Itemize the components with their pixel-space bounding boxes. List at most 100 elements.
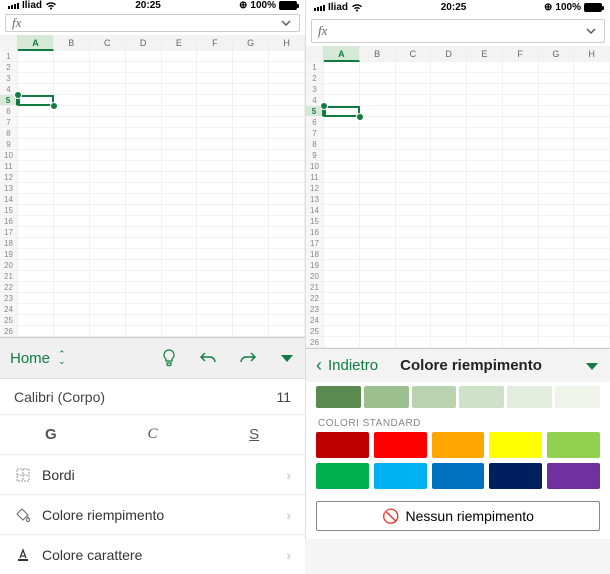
cell[interactable] xyxy=(539,271,575,282)
cell[interactable] xyxy=(233,117,269,128)
cell[interactable] xyxy=(396,315,432,326)
cell[interactable] xyxy=(467,304,503,315)
cell[interactable] xyxy=(503,293,539,304)
cell[interactable] xyxy=(503,337,539,348)
cell[interactable] xyxy=(54,304,90,315)
cell[interactable] xyxy=(90,62,126,73)
row-header[interactable]: 6 xyxy=(0,106,18,117)
cell[interactable] xyxy=(503,271,539,282)
cell[interactable] xyxy=(197,183,233,194)
cell[interactable] xyxy=(269,84,305,95)
cell[interactable] xyxy=(360,183,396,194)
color-swatch[interactable] xyxy=(364,386,409,408)
cell[interactable] xyxy=(574,227,610,238)
cell[interactable] xyxy=(197,95,233,106)
cell[interactable] xyxy=(233,139,269,150)
cell[interactable] xyxy=(396,260,432,271)
collapse-icon[interactable] xyxy=(279,351,295,365)
cell[interactable] xyxy=(18,139,54,150)
cell[interactable] xyxy=(539,139,575,150)
cell[interactable] xyxy=(360,304,396,315)
cell[interactable] xyxy=(539,337,575,348)
cell[interactable] xyxy=(431,150,467,161)
cell[interactable] xyxy=(233,205,269,216)
cell[interactable] xyxy=(90,326,126,337)
cell[interactable] xyxy=(233,293,269,304)
cell[interactable] xyxy=(197,128,233,139)
cell[interactable] xyxy=(324,95,360,106)
row-header[interactable]: 10 xyxy=(0,150,18,161)
cell[interactable] xyxy=(18,260,54,271)
cell[interactable] xyxy=(269,282,305,293)
col-F[interactable]: F xyxy=(503,46,539,62)
cell[interactable] xyxy=(360,293,396,304)
cell[interactable] xyxy=(360,337,396,348)
cell[interactable] xyxy=(18,205,54,216)
cell[interactable] xyxy=(539,194,575,205)
cell[interactable] xyxy=(18,227,54,238)
row-header[interactable]: 1 xyxy=(0,51,18,62)
row-header[interactable]: 22 xyxy=(0,282,18,293)
cell[interactable] xyxy=(233,172,269,183)
row-header[interactable]: 26 xyxy=(306,337,324,348)
cell[interactable] xyxy=(162,62,198,73)
col-A[interactable]: A xyxy=(324,46,360,62)
cell[interactable] xyxy=(54,271,90,282)
cell[interactable] xyxy=(197,282,233,293)
row-header[interactable]: 18 xyxy=(306,249,324,260)
cell[interactable] xyxy=(539,260,575,271)
cell[interactable] xyxy=(503,304,539,315)
cell[interactable] xyxy=(431,315,467,326)
cell[interactable] xyxy=(126,183,162,194)
cell[interactable] xyxy=(324,249,360,260)
cell[interactable] xyxy=(467,106,503,117)
cell[interactable] xyxy=(126,293,162,304)
cell[interactable] xyxy=(162,95,198,106)
cell[interactable] xyxy=(324,172,360,183)
cell[interactable] xyxy=(233,150,269,161)
cell[interactable] xyxy=(162,150,198,161)
row-header[interactable]: 13 xyxy=(306,194,324,205)
cell[interactable] xyxy=(90,117,126,128)
cell[interactable] xyxy=(269,51,305,62)
cell[interactable] xyxy=(233,95,269,106)
cell[interactable] xyxy=(467,227,503,238)
color-swatch[interactable] xyxy=(507,386,552,408)
cell[interactable] xyxy=(90,95,126,106)
cell[interactable] xyxy=(197,238,233,249)
cell[interactable] xyxy=(431,84,467,95)
cell[interactable] xyxy=(574,95,610,106)
cell[interactable] xyxy=(539,172,575,183)
cell[interactable] xyxy=(90,260,126,271)
cell[interactable] xyxy=(539,183,575,194)
cell[interactable] xyxy=(467,337,503,348)
cell[interactable] xyxy=(54,73,90,84)
cell[interactable] xyxy=(126,106,162,117)
cell[interactable] xyxy=(126,238,162,249)
cell[interactable] xyxy=(574,326,610,337)
cell[interactable] xyxy=(503,249,539,260)
row-header[interactable]: 6 xyxy=(306,117,324,128)
row-header[interactable]: 2 xyxy=(306,73,324,84)
cell[interactable] xyxy=(431,128,467,139)
color-swatch[interactable] xyxy=(316,463,369,489)
cell[interactable] xyxy=(162,282,198,293)
cell[interactable] xyxy=(18,73,54,84)
cell[interactable] xyxy=(503,205,539,216)
cell[interactable] xyxy=(126,326,162,337)
cell[interactable] xyxy=(324,216,360,227)
cell[interactable] xyxy=(574,337,610,348)
cell[interactable] xyxy=(54,117,90,128)
cell[interactable] xyxy=(162,73,198,84)
no-fill-button[interactable]: 🚫 Nessun riempimento xyxy=(316,501,600,531)
font-picker-row[interactable]: Calibri (Corpo) 11 xyxy=(0,378,305,414)
cell[interactable] xyxy=(467,293,503,304)
cell[interactable] xyxy=(324,326,360,337)
cell[interactable] xyxy=(162,326,198,337)
cell[interactable] xyxy=(269,172,305,183)
cell[interactable] xyxy=(269,161,305,172)
cell[interactable] xyxy=(539,293,575,304)
color-swatch[interactable] xyxy=(489,432,542,458)
cell[interactable] xyxy=(360,326,396,337)
cell[interactable] xyxy=(269,73,305,84)
